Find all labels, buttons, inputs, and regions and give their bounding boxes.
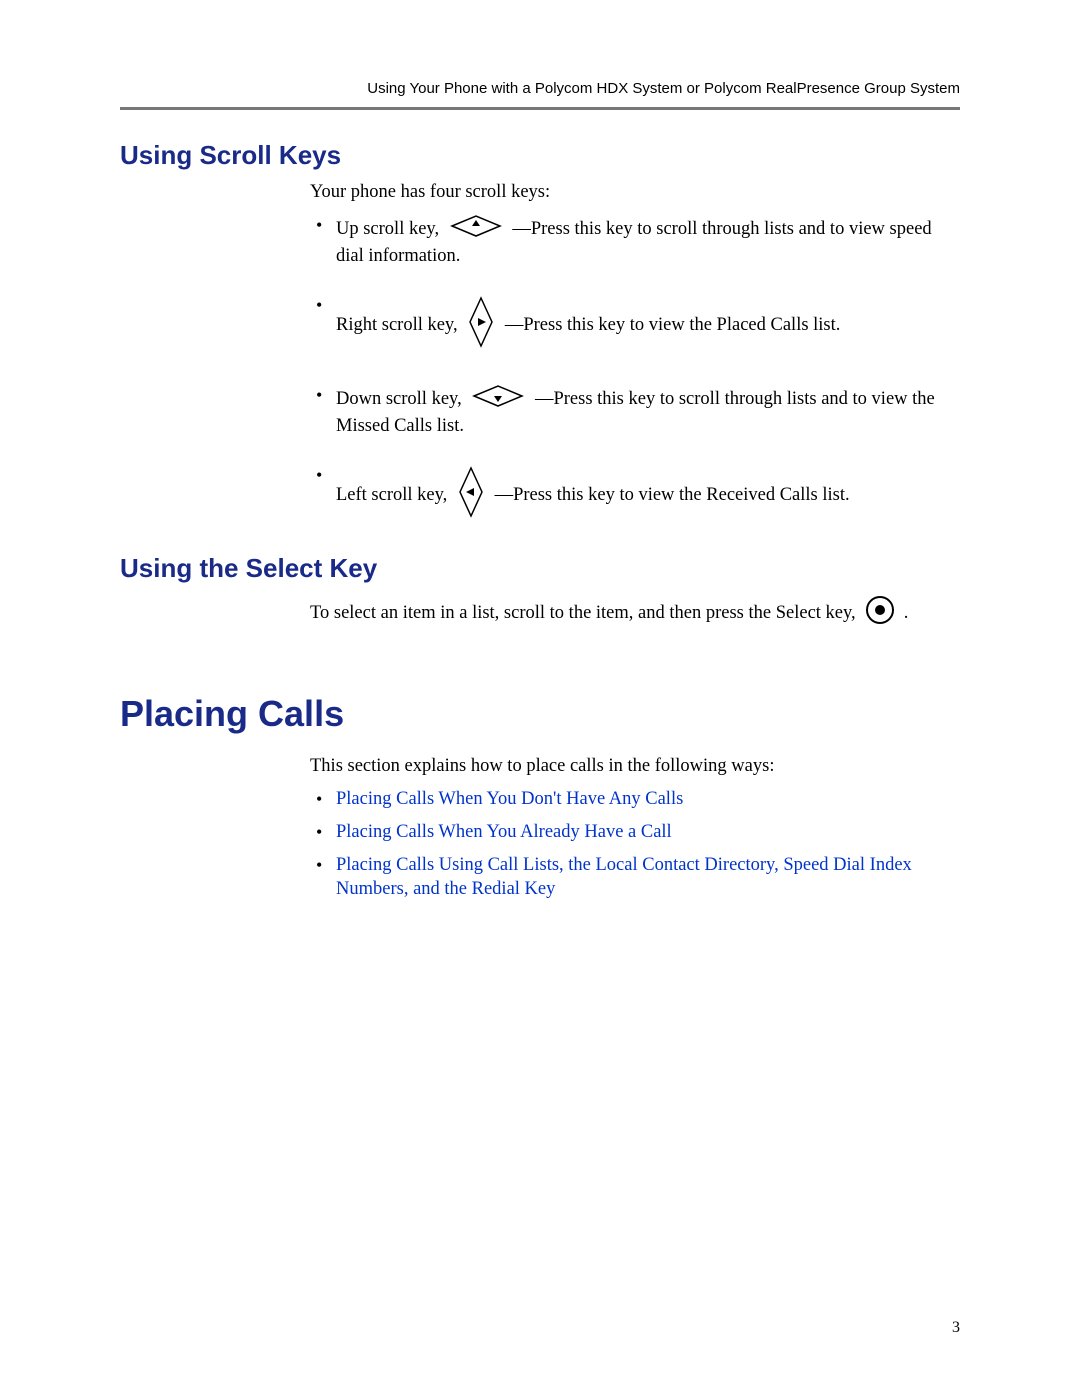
page-number: 3 [952, 1319, 960, 1337]
item-desc: —Press this key to view the Placed Calls… [505, 315, 841, 335]
item-label: Left scroll key, [336, 485, 447, 505]
list-item: Placing Calls Using Call Lists, the Loca… [310, 854, 960, 900]
placing-calls-body: This section explains how to place calls… [310, 755, 960, 901]
heading-using-scroll-keys: Using Scroll Keys [120, 140, 960, 171]
left-scroll-key-icon [456, 464, 486, 527]
item-label: Right scroll key, [336, 315, 458, 335]
header-rule [120, 107, 960, 110]
page: Using Your Phone with a Polycom HDX Syst… [0, 0, 1080, 1397]
placing-calls-list: Placing Calls When You Don't Have Any Ca… [310, 788, 960, 901]
list-item: Up scroll key, —Press this key to scroll… [310, 214, 960, 268]
down-scroll-key-icon [470, 384, 526, 415]
scroll-keys-intro: Your phone has four scroll keys: [310, 181, 960, 204]
select-key-text-after: . [904, 602, 909, 625]
link-placing-already-call[interactable]: Placing Calls When You Already Have a Ca… [336, 822, 672, 842]
up-scroll-key-icon [448, 214, 504, 245]
select-key-text-before: To select an item in a list, scroll to t… [310, 602, 856, 625]
heading-using-select-key: Using the Select Key [120, 553, 960, 584]
list-item: Left scroll key, —Press this key to view… [310, 464, 960, 527]
scroll-keys-body: Your phone has four scroll keys: Up scro… [310, 181, 960, 527]
list-item: Placing Calls When You Don't Have Any Ca… [310, 788, 960, 811]
select-key-icon [864, 594, 896, 633]
select-key-text: To select an item in a list, scroll to t… [310, 594, 960, 633]
item-label: Down scroll key, [336, 388, 462, 408]
item-desc: —Press this key to view the Received Cal… [495, 485, 850, 505]
scroll-keys-list: Up scroll key, —Press this key to scroll… [310, 214, 960, 527]
list-item: Right scroll key, —Press this key to vie… [310, 294, 960, 357]
list-item: Placing Calls When You Already Have a Ca… [310, 821, 960, 844]
placing-calls-intro: This section explains how to place calls… [310, 755, 960, 778]
running-header: Using Your Phone with a Polycom HDX Syst… [120, 80, 960, 97]
item-label: Up scroll key, [336, 219, 439, 239]
list-item: Down scroll key, —Press this key to scro… [310, 384, 960, 438]
select-key-body: To select an item in a list, scroll to t… [310, 594, 960, 633]
heading-placing-calls: Placing Calls [120, 693, 960, 735]
link-placing-call-lists[interactable]: Placing Calls Using Call Lists, the Loca… [336, 855, 912, 898]
link-placing-no-calls[interactable]: Placing Calls When You Don't Have Any Ca… [336, 789, 683, 809]
right-scroll-key-icon [466, 294, 496, 357]
